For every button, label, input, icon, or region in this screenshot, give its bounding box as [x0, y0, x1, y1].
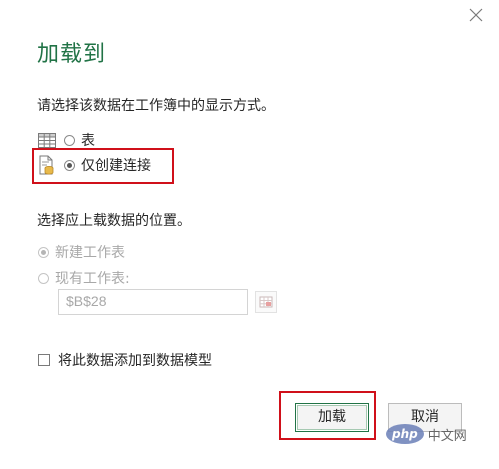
range-selector-button[interactable] — [255, 291, 277, 313]
watermark-text: 中文网 — [427, 428, 467, 444]
display-option-table[interactable]: 表 — [38, 130, 95, 150]
range-selector-icon — [259, 296, 273, 308]
add-to-data-model-label: 将此数据添加到数据模型 — [58, 353, 212, 369]
close-icon[interactable] — [467, 6, 485, 24]
table-radio[interactable] — [64, 134, 75, 146]
load-to-dialog: 加载到 请选择该数据在工作簿中的显示方式。 表 仅创建连接 选择应上载数据的位置… — [0, 0, 499, 469]
highlight-box-load-button — [279, 391, 376, 440]
new-sheet-label: 新建工作表 — [55, 245, 125, 261]
location-option-new-sheet[interactable]: 新建工作表 — [38, 242, 125, 262]
existing-sheet-label: 现有工作表: — [55, 271, 130, 287]
existing-sheet-radio[interactable] — [38, 272, 49, 284]
display-method-prompt: 请选择该数据在工作簿中的显示方式。 — [37, 98, 275, 114]
location-prompt: 选择应上载数据的位置。 — [37, 213, 191, 229]
new-sheet-radio[interactable] — [38, 246, 49, 258]
table-option-label: 表 — [81, 133, 95, 149]
add-to-data-model-checkbox[interactable] — [38, 354, 50, 366]
highlight-box-connection-only — [32, 148, 174, 184]
location-option-existing-sheet[interactable]: 现有工作表: — [38, 268, 130, 288]
cell-reference-input[interactable]: $B$28 — [58, 289, 248, 315]
watermark: php 中文网 — [386, 424, 467, 444]
table-icon — [38, 132, 56, 148]
php-logo: php — [386, 424, 424, 444]
dialog-title: 加载到 — [37, 42, 107, 67]
add-to-data-model-option[interactable]: 将此数据添加到数据模型 — [38, 350, 212, 370]
